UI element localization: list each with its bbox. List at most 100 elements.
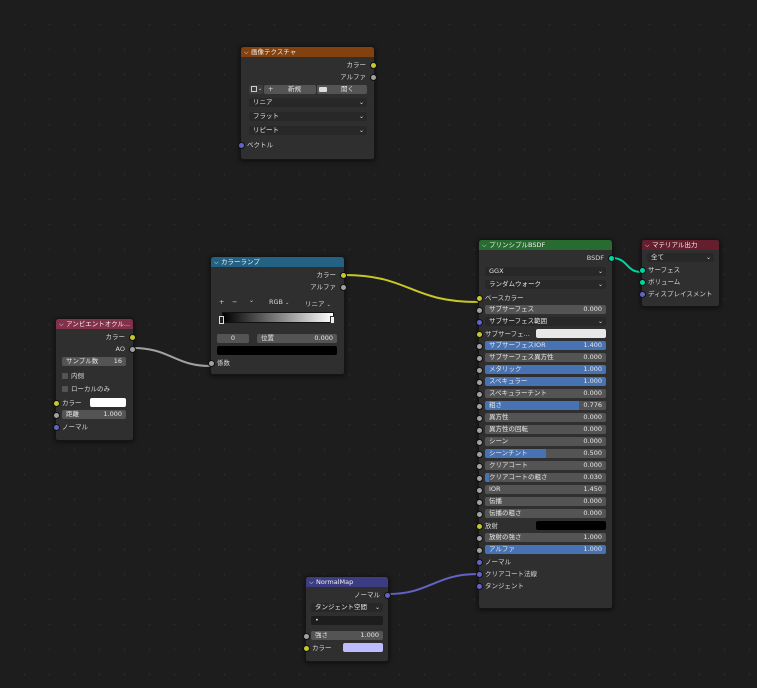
bsdf-slider[interactable]: クリアコート 0.000 [485,461,606,470]
socket-input-clearcoat-normal[interactable] [476,571,483,578]
stop-color-swatch[interactable] [217,346,337,355]
stop-handle-black[interactable] [219,316,224,324]
socket-input-strength[interactable] [303,633,310,640]
interpolation-dropdown[interactable]: リニア ⌄ [249,98,367,107]
bsdf-slider[interactable]: 伝播の粗さ 0.000 [485,509,606,518]
color-ramp-node[interactable]: ⌵ カラーランプ カラー アルファ + − ⌄ RGB ⌄ リニア ⌄ 0 位置 0… [208,256,347,375]
bsdf-slider[interactable]: スペキュラー 1.000 [485,377,606,386]
socket-output-alpha[interactable] [340,284,347,291]
inside-checkbox[interactable] [62,373,68,379]
socket-input[interactable] [476,379,483,386]
material-output-node[interactable]: ⌵ マテリアル出力 全て ⌄ サーフェス ボリューム ディスプレイスメント [639,239,720,307]
color-swatch[interactable] [536,521,606,530]
collapse-icon[interactable]: ⌵ [244,48,251,57]
socket-input[interactable] [476,355,483,362]
bsdf-slider[interactable]: サブサーフェス異方性 0.000 [485,353,606,362]
distribution-dropdown[interactable]: GGX ⌄ [485,267,606,276]
projection-dropdown[interactable]: フラット ⌄ [249,112,367,121]
socket-input[interactable] [476,487,483,494]
bsdf-slider[interactable]: 放射の強さ 1.000 [485,533,606,542]
gradient-bar[interactable] [222,312,334,323]
bsdf-slider[interactable]: シーンチント 0.500 [485,449,606,458]
bsdf-slider[interactable]: サブサーフェスIOR 1.400 [485,341,606,350]
socket-input[interactable] [476,511,483,518]
collapse-icon[interactable]: ⌵ [482,241,489,250]
socket-input[interactable] [476,391,483,398]
bsdf-dropdown[interactable]: サブサーフェス範囲 ⌄ [485,317,606,326]
color-ramp-header[interactable]: ⌵ カラーランプ [211,257,344,267]
socket-input[interactable] [476,307,483,314]
socket-input[interactable] [476,403,483,410]
color-mode-dropdown[interactable]: RGB ⌄ [269,298,289,306]
socket-output-color[interactable] [129,334,136,341]
socket-input-color[interactable] [53,400,60,407]
socket-input[interactable] [476,343,483,350]
stop-handle-white[interactable] [330,316,335,324]
socket-input[interactable] [476,463,483,470]
bsdf-slider[interactable]: クリアコートの粗さ 0.030 [485,473,606,482]
socket-input[interactable] [476,319,483,326]
image-browse-button[interactable]: ⌄ [249,85,263,94]
socket-output-normal[interactable] [384,592,391,599]
collapse-icon[interactable]: ⌵ [309,578,316,587]
open-image-button[interactable]: 開く [317,85,367,94]
principled-header[interactable]: ⌵ プリンシプルBSDF [479,240,612,250]
socket-input-surface[interactable] [639,267,646,274]
remove-stop-button[interactable]: − [232,298,237,306]
socket-input[interactable] [476,415,483,422]
bsdf-slider[interactable]: 異方性 0.000 [485,413,606,422]
socket-output-color[interactable] [340,272,347,279]
socket-input-vector[interactable] [238,142,245,149]
normal-map-node[interactable]: ⌵ NormalMap ノーマル タンジェント空間 ⌄ • 強さ 1.000 カラー [303,576,391,662]
principled-bsdf-node[interactable]: ⌵ プリンシプルBSDF BSDF GGX ⌄ ランダムウォーク ⌄ ベースカラー サ… [476,239,615,609]
bsdf-slider[interactable]: サブサーフェス 0.000 [485,305,606,314]
collapse-icon[interactable]: ⌵ [59,320,66,329]
extension-dropdown[interactable]: リピート ⌄ [249,126,367,135]
color-swatch[interactable] [90,398,126,407]
socket-output-color[interactable] [370,62,377,69]
image-texture-node[interactable]: ⌵ 画像テクスチャ カラー アルファ ⌄ + 新規 開く リニア ⌄ フラット ⌄ [238,46,377,160]
socket-input[interactable] [476,331,483,338]
socket-input[interactable] [476,451,483,458]
socket-input[interactable] [476,439,483,446]
ao-header[interactable]: ⌵ アンビエントオクル... [56,319,133,329]
bsdf-slider[interactable]: 粗さ 0.776 [485,401,606,410]
socket-input-normal[interactable] [53,424,60,431]
subsurface-method-dropdown[interactable]: ランダムウォーク ⌄ [485,280,606,289]
material-output-header[interactable]: ⌵ マテリアル出力 [642,240,719,250]
socket-input-displacement[interactable] [639,291,646,298]
stop-index-field[interactable]: 0 [217,334,249,343]
socket-input-factor[interactable] [208,360,215,367]
distance-field[interactable]: 距離 1.000 [62,410,126,419]
stop-position-field[interactable]: 位置 0.000 [257,334,337,343]
socket-output-ao[interactable] [129,346,136,353]
socket-input-distance[interactable] [53,412,60,419]
socket-input[interactable] [476,367,483,374]
bsdf-slider[interactable]: スペキュラーチント 0.000 [485,389,606,398]
strength-field[interactable]: 強さ 1.000 [311,631,383,640]
bsdf-slider[interactable]: 伝播 0.000 [485,497,606,506]
socket-input[interactable] [476,499,483,506]
image-texture-header[interactable]: ⌵ 画像テクスチャ [241,47,374,57]
add-stop-button[interactable]: + [219,298,224,306]
new-image-button[interactable]: + 新規 [264,85,316,94]
only-local-checkbox[interactable] [62,386,68,392]
socket-input[interactable] [476,547,483,554]
socket-input[interactable] [476,535,483,542]
socket-input-color[interactable] [303,645,310,652]
bsdf-slider[interactable]: アルファ 1.000 [485,545,606,554]
bsdf-slider[interactable]: シーン 0.000 [485,437,606,446]
chevron-down-icon[interactable]: ⌄ [249,297,254,304]
target-dropdown[interactable]: 全て ⌄ [647,253,714,262]
normal-map-header[interactable]: ⌵ NormalMap [306,577,388,587]
socket-input[interactable] [476,427,483,434]
ambient-occlusion-node[interactable]: ⌵ アンビエントオクル... カラー AO サンプル数 16 内側 ローカルのみ カ… [53,318,136,441]
color-swatch[interactable] [536,329,606,338]
socket-input-volume[interactable] [639,279,646,286]
socket-input-normal[interactable] [476,559,483,566]
uv-map-field[interactable]: • [311,616,383,625]
socket-output-alpha[interactable] [370,74,377,81]
bsdf-slider[interactable]: IOR 1.450 [485,485,606,494]
socket-input-base-color[interactable] [476,295,483,302]
collapse-icon[interactable]: ⌵ [214,258,221,267]
